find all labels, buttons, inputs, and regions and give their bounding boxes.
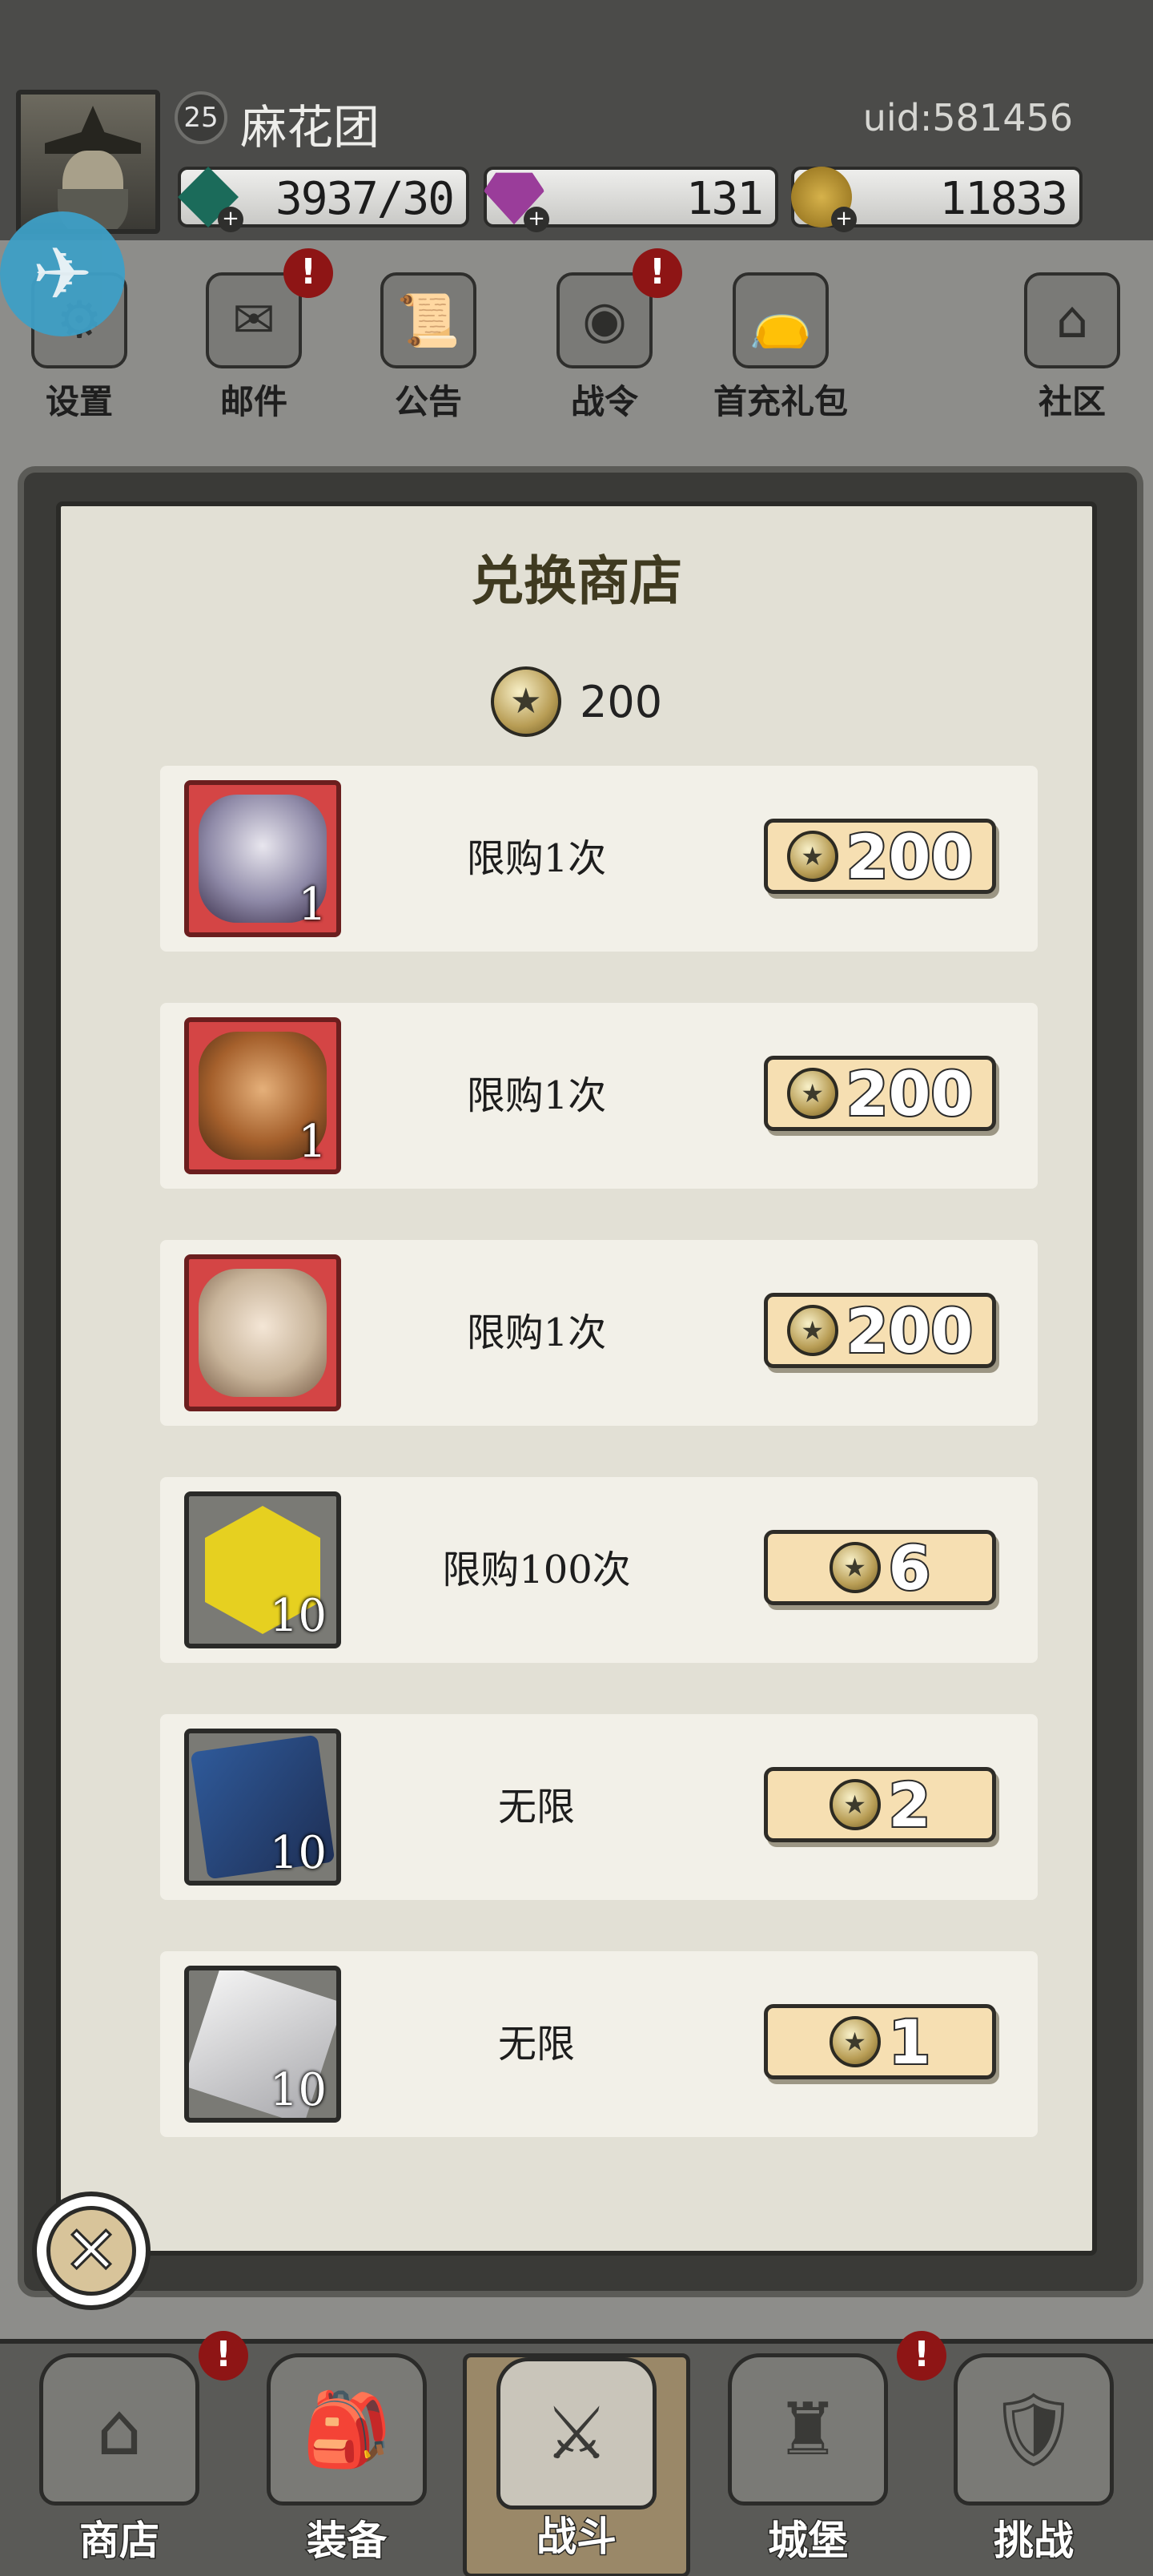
item-quantity: 1 (298, 879, 327, 931)
exchange-shop-dialog: 兑换商店 200 1 限购1次 200 1 限购1次 200 1 限购1 (56, 501, 1097, 2256)
tab-challenge[interactable]: 🛡 挑战 (934, 2353, 1134, 2576)
add-gold-icon[interactable]: + (831, 207, 857, 232)
hero-old-sage-portrait[interactable]: 1 (184, 1254, 341, 1411)
item-quantity: 1 (298, 1116, 327, 1168)
paper-plane-share-icon[interactable]: ✈ (0, 211, 125, 336)
buy-button[interactable]: 2 (764, 1767, 996, 1842)
nav-notice-label: 公告 (394, 382, 462, 421)
buy-button[interactable]: 200 (764, 819, 996, 894)
purchase-limit: 无限 (497, 2022, 575, 2067)
shield-icon: 🛡 (954, 2353, 1114, 2506)
silver-ore-icon[interactable]: 10 (184, 1966, 341, 2123)
price-value: 200 (845, 819, 975, 894)
shop-item-row: 10 限购100次 6 (160, 1477, 1038, 1663)
item-quantity: 10 (269, 1590, 327, 1642)
close-dialog-button[interactable]: ✕ (32, 2192, 151, 2310)
player-avatar[interactable] (16, 90, 160, 234)
nav-first-recharge-label: 首充礼包 (713, 382, 848, 421)
shop-alert-badge: ! (199, 2331, 248, 2381)
star-coin-icon (829, 2016, 881, 2067)
hut-icon: ⌂ (39, 2353, 199, 2506)
tab-battle-label: 战斗 (536, 2512, 618, 2562)
hero-sorceress-portrait[interactable]: 1 (184, 780, 341, 937)
tab-battle[interactable]: ⚔ 战斗 (463, 2353, 690, 2576)
purchase-limit: 限购100次 (442, 1548, 631, 1592)
backpack-icon: 🎒 (267, 2353, 427, 2506)
gold-value: 11833 (939, 173, 1068, 225)
player-name: 麻花团 (240, 100, 380, 155)
tab-shop-label: 商店 (78, 2516, 161, 2566)
star-coin-icon (829, 1542, 881, 1593)
star-coin-icon (829, 1779, 881, 1830)
tab-shop[interactable]: ⌂ 商店 (19, 2353, 219, 2576)
star-coin-icon (786, 1305, 838, 1356)
mail-alert-badge: ! (283, 248, 333, 298)
scroll-icon: 📜 (380, 272, 476, 368)
player-header: 25 麻花团 uid:581456 + 3937/30 + 131 + 1183… (0, 0, 1153, 240)
stamina-resource[interactable]: + 3937/30 (178, 167, 469, 232)
nav-notice[interactable]: 📜 公告 (360, 272, 496, 424)
purchase-limit: 限购1次 (466, 1073, 607, 1118)
nav-community[interactable]: ⌂ 社区 (1004, 272, 1140, 424)
hero-monkey-king-portrait[interactable]: 1 (184, 1017, 341, 1174)
purchase-limit: 限购1次 (466, 1310, 607, 1355)
home-icon: ⌂ (1024, 272, 1120, 368)
stamina-value: 3937/30 (275, 173, 455, 225)
buy-button[interactable]: 6 (764, 1530, 996, 1605)
shop-item-row: 1 限购1次 200 (160, 1240, 1038, 1426)
top-nav: ⚙ 设置 ✉ 邮件 ! 📜 公告 ◉ 战令 ! 👝 首充礼包 ⌂ 社区 (0, 240, 1153, 449)
tab-equipment[interactable]: 🎒 装备 (247, 2353, 447, 2576)
shop-item-row: 10 无限 1 (160, 1951, 1038, 2137)
item-quantity: 10 (269, 2064, 327, 2116)
close-icon: ✕ (46, 2206, 136, 2296)
star-coin-icon (786, 831, 838, 882)
star-coin-icon (490, 666, 561, 737)
nav-community-label: 社区 (1038, 382, 1106, 421)
hero-art (199, 1269, 327, 1397)
purchase-limit: 无限 (497, 1785, 575, 1829)
dialog-title: 兑换商店 (471, 549, 682, 612)
nav-settings-label: 设置 (45, 382, 113, 421)
price-value: 1 (887, 2005, 933, 2079)
buy-button[interactable]: 1 (764, 2004, 996, 2079)
star-coin-icon (786, 1068, 838, 1119)
diamond-resource[interactable]: + 131 (484, 167, 778, 232)
blue-spellbook-icon[interactable]: 10 (184, 1729, 341, 1886)
shop-item-row: 1 限购1次 200 (160, 1003, 1038, 1189)
crossed-swords-icon: ⚔ (496, 2357, 657, 2510)
price-value: 200 (845, 1294, 975, 1368)
tab-challenge-label: 挑战 (993, 2516, 1075, 2566)
nav-battlepass-label: 战令 (570, 382, 638, 421)
buy-button[interactable]: 200 (764, 1056, 996, 1131)
nav-first-recharge[interactable]: 👝 首充礼包 (705, 272, 857, 424)
nav-mail-label: 邮件 (219, 382, 287, 421)
tab-castle[interactable]: ♜ 城堡 (708, 2353, 908, 2576)
shop-item-row: 10 无限 2 (160, 1714, 1038, 1900)
yellow-crystal-icon[interactable]: 10 (184, 1491, 341, 1648)
add-diamond-icon[interactable]: + (524, 207, 549, 232)
castle-tower-icon: ♜ (728, 2353, 888, 2506)
purchase-limit: 限购1次 (466, 836, 607, 881)
price-value: 200 (845, 1057, 975, 1131)
buy-button[interactable]: 200 (764, 1293, 996, 1368)
coin-balance-value: 200 (580, 676, 663, 727)
battlepass-alert-badge: ! (633, 248, 682, 298)
add-stamina-icon[interactable]: + (218, 207, 243, 232)
player-uid: uid:581456 (862, 96, 1073, 139)
item-quantity: 10 (269, 1827, 327, 1879)
price-value: 6 (887, 1531, 933, 1605)
coin-balance: 200 (61, 666, 1092, 743)
tab-equipment-label: 装备 (306, 2516, 388, 2566)
castle-alert-badge: ! (897, 2331, 946, 2381)
player-level-badge: 25 (175, 91, 227, 144)
shop-item-row: 1 限购1次 200 (160, 766, 1038, 952)
diamond-value: 131 (685, 173, 764, 225)
gold-resource[interactable]: + 11833 (791, 167, 1083, 232)
bottom-tab-bar: ⌂ 商店 🎒 装备 ⚔ 战斗 ♜ 城堡 🛡 挑战 ! ! (0, 2331, 1153, 2576)
wizard-hat-icon (45, 106, 141, 154)
tab-castle-label: 城堡 (767, 2516, 850, 2566)
gift-bag-icon: 👝 (733, 272, 829, 368)
price-value: 2 (887, 1768, 933, 1842)
